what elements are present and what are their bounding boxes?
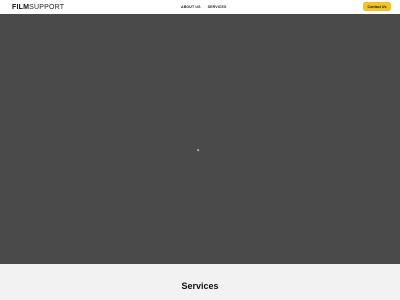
contact-us-button[interactable]: Contact Us bbox=[363, 2, 391, 11]
logo-film: FILM bbox=[12, 3, 30, 11]
nav-services[interactable]: SERVICES bbox=[208, 4, 227, 10]
page: FILMSUPPORT ABOUT US SERVICES Contact Us… bbox=[0, 0, 400, 300]
cursor-icon bbox=[197, 148, 200, 152]
main-nav: ABOUT US SERVICES bbox=[181, 4, 227, 10]
logo[interactable]: FILMSUPPORT bbox=[12, 4, 64, 11]
site-header: FILMSUPPORT ABOUT US SERVICES Contact Us bbox=[0, 0, 400, 14]
services-section: Services bbox=[0, 264, 400, 300]
nav-about-us[interactable]: ABOUT US bbox=[181, 4, 201, 10]
hero-video[interactable] bbox=[0, 14, 400, 264]
services-heading: Services bbox=[181, 281, 219, 291]
logo-support: SUPPORT bbox=[29, 3, 65, 11]
